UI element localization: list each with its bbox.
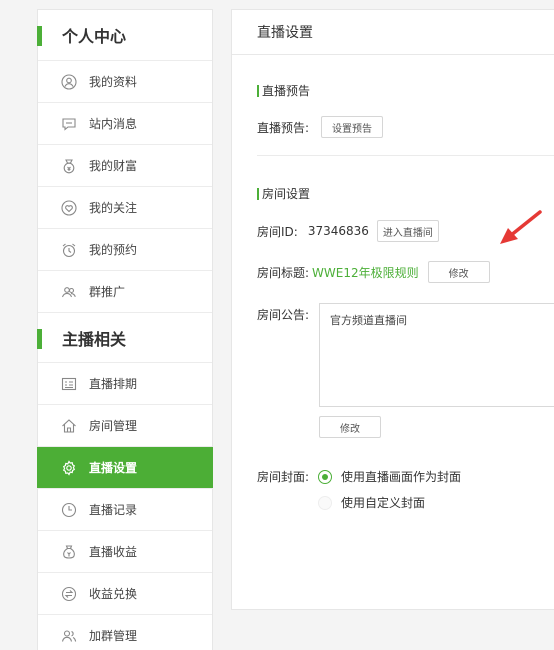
sidebar-item-profile[interactable]: 我的资料	[38, 61, 212, 103]
sidebar: 个人中心 我的资料 站内消息 我的财富 我的关注 我的预约 群推广 主播相关 直…	[37, 9, 213, 650]
cover-option-label: 使用自定义封面	[341, 496, 426, 510]
sidebar-item-income-exchange[interactable]: 收益兑换	[38, 573, 212, 615]
annotation-arrow-icon	[500, 210, 542, 244]
section-title-text: 直播预告	[262, 84, 311, 98]
sidebar-item-label: 房间管理	[89, 419, 138, 433]
preview-label: 直播预告:	[257, 120, 310, 135]
section-room-settings: 房间设置	[257, 185, 310, 202]
section-title-anchor: 主播相关	[37, 313, 212, 363]
section-title-personal: 个人中心	[37, 10, 212, 61]
section-title-text: 主播相关	[62, 329, 127, 349]
sidebar-item-label: 我的关注	[89, 201, 138, 215]
sidebar-item-label: 直播排期	[89, 377, 138, 391]
edit-notice-button[interactable]: 修改	[319, 416, 381, 438]
alarm-clock-icon	[61, 242, 77, 258]
sidebar-item-reservation[interactable]: 我的预约	[38, 229, 212, 271]
sidebar-item-follow[interactable]: 我的关注	[38, 187, 212, 229]
preview-row: 直播预告: 设置预告	[257, 116, 384, 138]
sidebar-item-wealth[interactable]: 我的财富	[38, 145, 212, 187]
sidebar-item-live-settings[interactable]: 直播设置	[37, 447, 213, 489]
main-panel: 直播设置 直播预告 直播预告: 设置预告 房间设置 房间ID: 37346836…	[231, 9, 554, 610]
sidebar-item-label: 直播收益	[89, 545, 138, 559]
group-manage-icon	[61, 628, 77, 644]
sidebar-item-live-record[interactable]: 直播记录	[38, 489, 212, 531]
cover-option-custom[interactable]: 使用自定义封面	[318, 494, 425, 511]
room-title-row: 房间标题: WWE12年极限规则 修改	[257, 261, 490, 283]
sidebar-item-group-manage[interactable]: 加群管理	[38, 615, 212, 650]
radio-selected[interactable]	[318, 469, 332, 484]
room-cover-label: 房间封面:	[257, 470, 310, 484]
user-icon	[61, 73, 77, 90]
section-accent-bar	[37, 26, 42, 46]
radio-unselected[interactable]	[318, 495, 332, 510]
room-cover-row: 房间封面:	[257, 468, 309, 485]
sidebar-item-label: 加群管理	[89, 629, 138, 643]
exchange-icon	[61, 586, 77, 602]
sidebar-item-messages[interactable]: 站内消息	[38, 103, 212, 145]
gear-icon	[61, 459, 77, 476]
section-accent-bar	[257, 187, 259, 200]
section-title-text: 个人中心	[62, 27, 127, 46]
sidebar-item-label: 直播设置	[89, 461, 138, 475]
room-title-label: 房间标题:	[257, 265, 310, 280]
money-bag-icon	[61, 544, 77, 560]
sidebar-item-room-manage[interactable]: 房间管理	[38, 405, 212, 447]
group-icon	[61, 284, 77, 300]
room-id-value: 37346836	[307, 224, 369, 238]
sidebar-item-group-promo[interactable]: 群推广	[38, 271, 212, 313]
sidebar-item-label: 群推广	[89, 285, 126, 299]
room-notice-label: 房间公告:	[257, 308, 310, 322]
sidebar-item-label: 我的预约	[89, 243, 138, 257]
sidebar-item-live-income[interactable]: 直播收益	[38, 531, 212, 573]
sidebar-item-label: 我的资料	[89, 75, 138, 89]
sidebar-item-label: 我的财富	[89, 159, 138, 173]
section-accent-bar	[257, 84, 259, 97]
room-id-row: 房间ID: 37346836 进入直播间	[257, 220, 439, 242]
wealth-icon	[61, 158, 77, 174]
page-title: 直播设置	[232, 10, 554, 55]
room-title-value: WWE12年极限规则	[312, 265, 419, 280]
divider	[257, 155, 554, 156]
message-icon	[61, 116, 77, 132]
sidebar-item-label: 站内消息	[89, 117, 138, 131]
sidebar-item-schedule[interactable]: 直播排期	[38, 363, 212, 405]
room-notice-textarea[interactable]: 官方频道直播间	[319, 303, 554, 407]
sidebar-item-label: 直播记录	[89, 503, 138, 517]
sidebar-item-label: 收益兑换	[89, 587, 138, 601]
room-notice-label-row: 房间公告:	[257, 306, 309, 323]
clock-icon	[61, 502, 77, 518]
section-title-text: 房间设置	[262, 187, 311, 201]
room-id-label: 房间ID:	[257, 224, 298, 239]
enter-room-button[interactable]: 进入直播间	[376, 220, 439, 242]
section-live-preview: 直播预告	[257, 82, 310, 99]
section-accent-bar	[37, 329, 42, 349]
heart-icon	[61, 199, 77, 216]
schedule-icon	[61, 376, 77, 392]
home-icon	[61, 418, 77, 434]
edit-title-button[interactable]: 修改	[427, 261, 490, 283]
set-preview-button[interactable]: 设置预告	[321, 116, 384, 138]
cover-option-label: 使用直播画面作为封面	[341, 470, 462, 484]
cover-option-live-frame[interactable]: 使用直播画面作为封面	[318, 468, 461, 485]
